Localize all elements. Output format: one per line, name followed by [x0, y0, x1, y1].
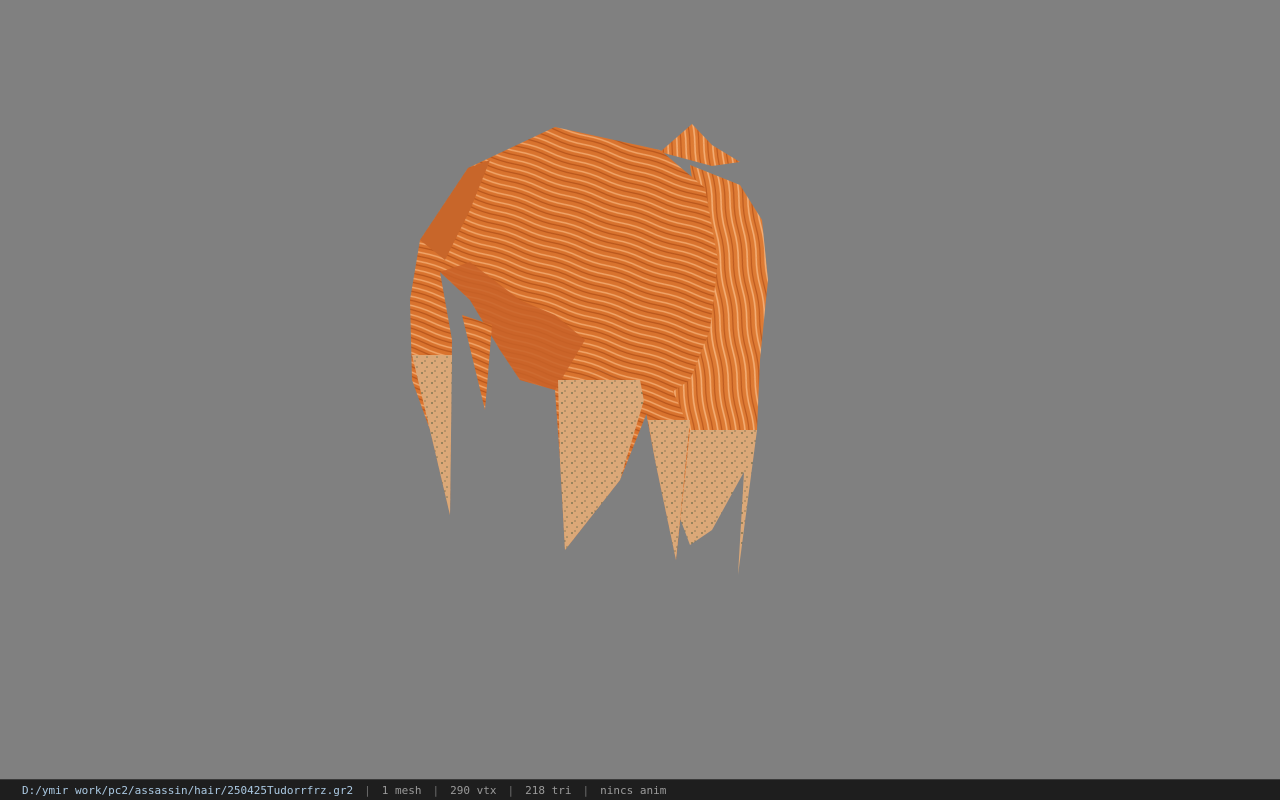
triangle-count: 218 tri [525, 783, 572, 797]
status-separator: | [432, 783, 440, 797]
status-separator: | [582, 783, 590, 797]
status-separator: | [507, 783, 515, 797]
status-separator: | [364, 783, 371, 797]
hair-model-render[interactable] [0, 0, 1280, 779]
file-path: D:/ymir work/pc2/assassin/hair/250425Tud… [22, 783, 354, 797]
status-bar: D:/ymir work/pc2/assassin/hair/250425Tud… [0, 779, 1280, 800]
animation-status: nincs anim [600, 783, 667, 797]
hair-crown [420, 127, 718, 400]
vertex-count: 290 vtx [450, 783, 497, 797]
mesh-count: 1 mesh [381, 783, 422, 797]
front-bangs [555, 370, 690, 560]
3d-viewport[interactable] [0, 0, 1280, 779]
